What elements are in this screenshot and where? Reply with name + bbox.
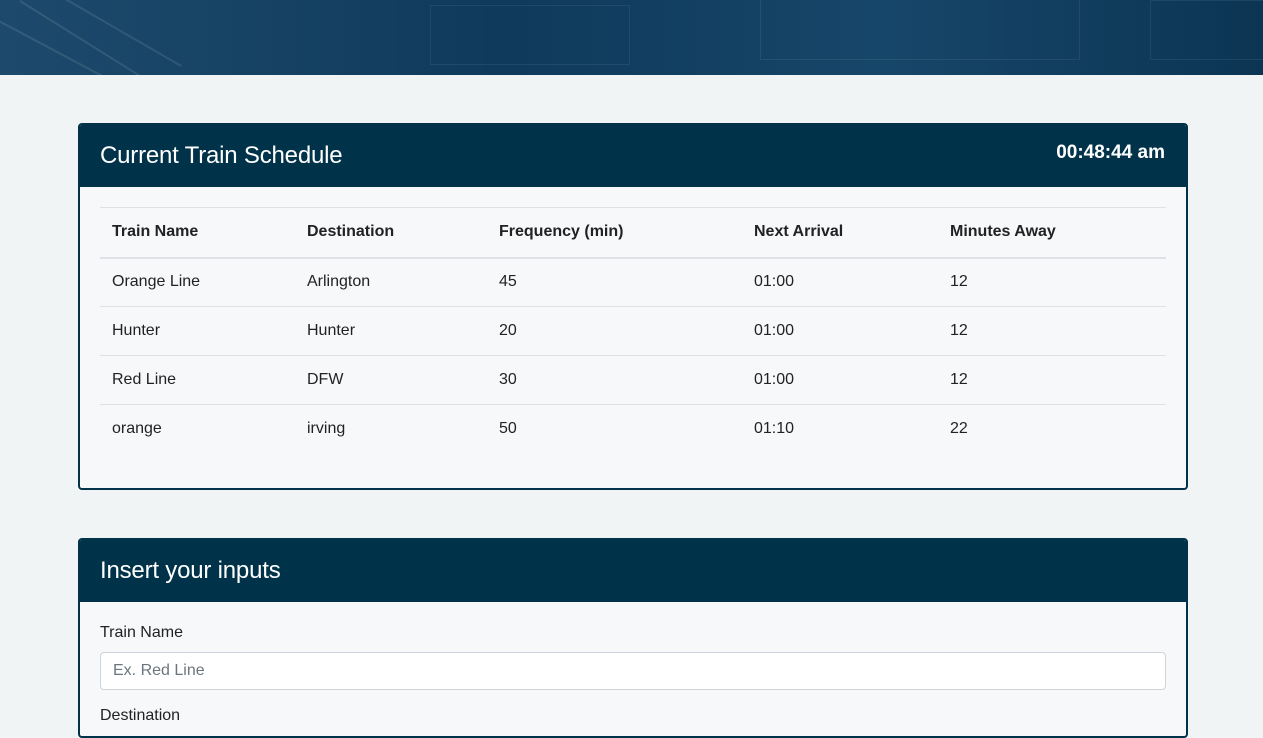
current-time-clock: 00:48:44 am [1056,142,1165,163]
cell-frequency: 30 [487,355,742,405]
cell-train-name: Hunter [100,306,295,356]
train-name-input[interactable] [100,652,1166,690]
table-row: Orange Line Arlington 45 01:00 12 [100,258,1166,307]
column-header-destination: Destination [295,207,487,259]
schedule-card-header: Current Train Schedule 00:48:44 am [80,125,1186,187]
cell-destination: Hunter [295,306,487,356]
column-header-next-arrival: Next Arrival [742,207,938,259]
cell-train-name: Red Line [100,355,295,405]
column-header-train-name: Train Name [100,207,295,259]
cell-train-name: orange [100,404,295,454]
train-schedule-table: Train Name Destination Frequency (min) N… [100,207,1166,454]
cell-frequency: 20 [487,306,742,356]
cell-minutes-away: 12 [938,306,1166,356]
cell-frequency: 50 [487,404,742,454]
cell-destination: irving [295,404,487,454]
cell-next-arrival: 01:00 [742,355,938,405]
table-row: orange irving 50 01:10 22 [100,404,1166,454]
column-header-minutes-away: Minutes Away [938,207,1166,259]
cell-next-arrival: 01:10 [742,404,938,454]
schedule-title: Current Train Schedule [100,142,343,169]
train-name-label: Train Name [100,624,183,641]
cell-frequency: 45 [499,273,517,291]
cell-destination: Arlington [307,273,371,291]
cell-next-arrival: 01:00 [742,306,938,356]
cell-minutes-away: 22 [938,404,1166,454]
cell-destination: DFW [295,355,487,405]
cell-next-arrival: 01:00 [754,273,795,291]
cell-train-name: Orange Line [112,273,201,291]
destination-label: Destination [100,707,181,724]
column-header-frequency: Frequency (min) [487,207,742,259]
table-row: Red Line DFW 30 01:00 12 [100,355,1166,405]
table-row: Hunter Hunter 20 01:00 12 [100,306,1166,356]
input-form-title: Insert your inputs [100,557,281,584]
cell-minutes-away: 12 [938,355,1166,405]
hero-banner-image [0,0,1263,75]
table-header-row: Train Name Destination Frequency (min) N… [100,207,1166,259]
input-form-card-header: Insert your inputs [80,540,1186,602]
input-form-card: Insert your inputs Train Name Destinatio… [78,538,1188,738]
schedule-card: Current Train Schedule 00:48:44 am Train… [78,123,1188,490]
cell-minutes-away: 12 [950,273,968,291]
